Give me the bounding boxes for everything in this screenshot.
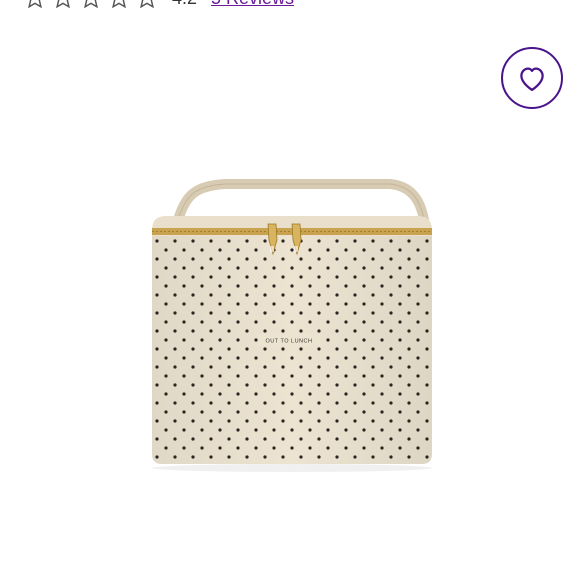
- rating-value: 4.2: [172, 0, 197, 9]
- rating-bar: 4.2 5 Reviews: [0, 0, 580, 10]
- bag-print-text: OUT TO LUNCH: [266, 339, 313, 345]
- star-icon: [84, 0, 98, 9]
- star-icon: [140, 0, 154, 9]
- favorite-button[interactable]: [501, 47, 563, 109]
- bag-handle: [173, 179, 429, 225]
- star-icon: [56, 0, 70, 9]
- star-icon: [28, 0, 42, 9]
- product-image: OUT TO LUNCH: [152, 179, 432, 472]
- star-rating: [22, 0, 162, 9]
- heart-icon: [520, 67, 544, 91]
- reviews-link[interactable]: 5 Reviews: [211, 0, 294, 9]
- star-icon: [112, 0, 126, 9]
